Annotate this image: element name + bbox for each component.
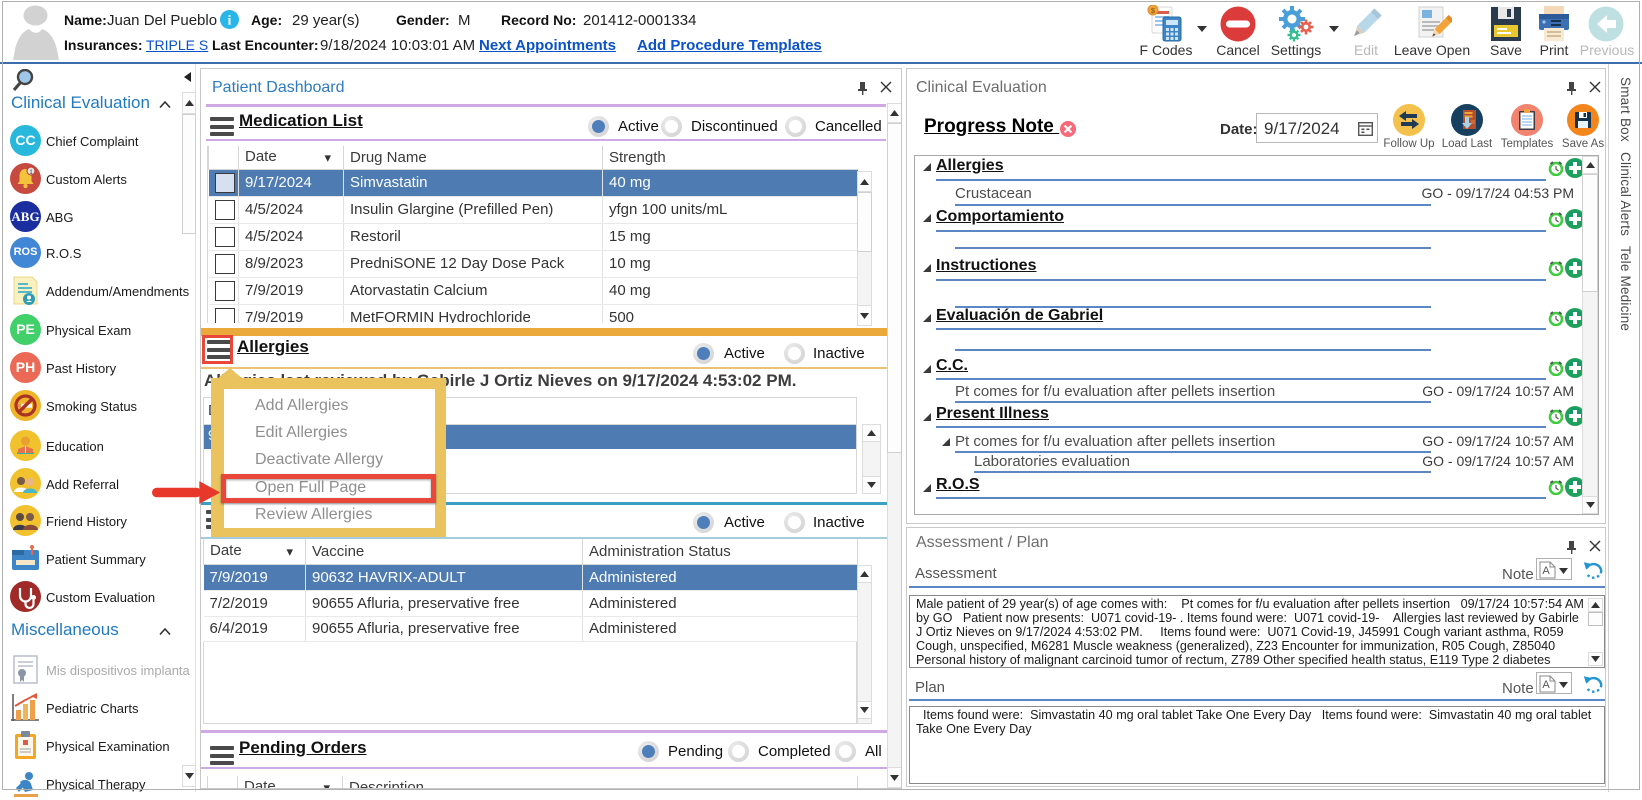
svg-text:A: A <box>1542 565 1550 577</box>
svg-text:$: $ <box>1151 8 1155 15</box>
svg-text:i: i <box>228 14 232 29</box>
svg-text:A: A <box>1542 679 1550 691</box>
